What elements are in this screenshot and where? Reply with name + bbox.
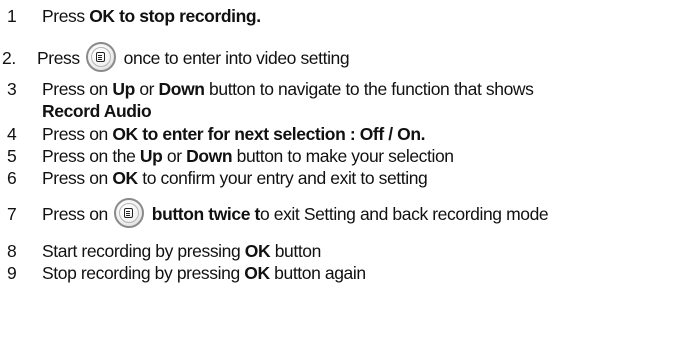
step-text: Press on Up or Down button to navigate t… bbox=[42, 79, 534, 99]
step-number: 2. bbox=[2, 48, 16, 68]
menu-button-icon bbox=[114, 198, 145, 228]
step-text: Press OK to stop recording. bbox=[42, 6, 261, 26]
step-number: 9 bbox=[7, 263, 17, 283]
step-number: 7 bbox=[7, 204, 17, 224]
step-text: Press on OK to confirm your entry and ex… bbox=[42, 168, 428, 188]
menu-button-icon bbox=[86, 42, 117, 72]
step-number: 6 bbox=[7, 168, 17, 188]
step-text: Stop recording by pressing OK button aga… bbox=[42, 263, 366, 283]
step-number: 5 bbox=[7, 146, 17, 166]
step-text: Press on the Up or Down button to make y… bbox=[42, 146, 454, 166]
step-text-line2: Record Audio bbox=[42, 101, 152, 121]
menu-list-icon bbox=[96, 52, 106, 62]
step-text: Press once to enter into video setting bbox=[37, 41, 350, 75]
step-text: Start recording by pressing OK button bbox=[42, 241, 321, 261]
step-text: Press on OK to enter for next selection … bbox=[42, 124, 426, 144]
step-number: 8 bbox=[7, 241, 17, 261]
menu-list-icon bbox=[124, 208, 134, 218]
step-text: Press on button twice to exit Setting an… bbox=[42, 197, 549, 231]
instruction-list: 1 Press OK to stop recording. 2. Press o… bbox=[0, 0, 698, 337]
step-number: 1 bbox=[7, 6, 17, 26]
step-number: 3 bbox=[7, 79, 17, 99]
step-number: 4 bbox=[7, 124, 17, 144]
